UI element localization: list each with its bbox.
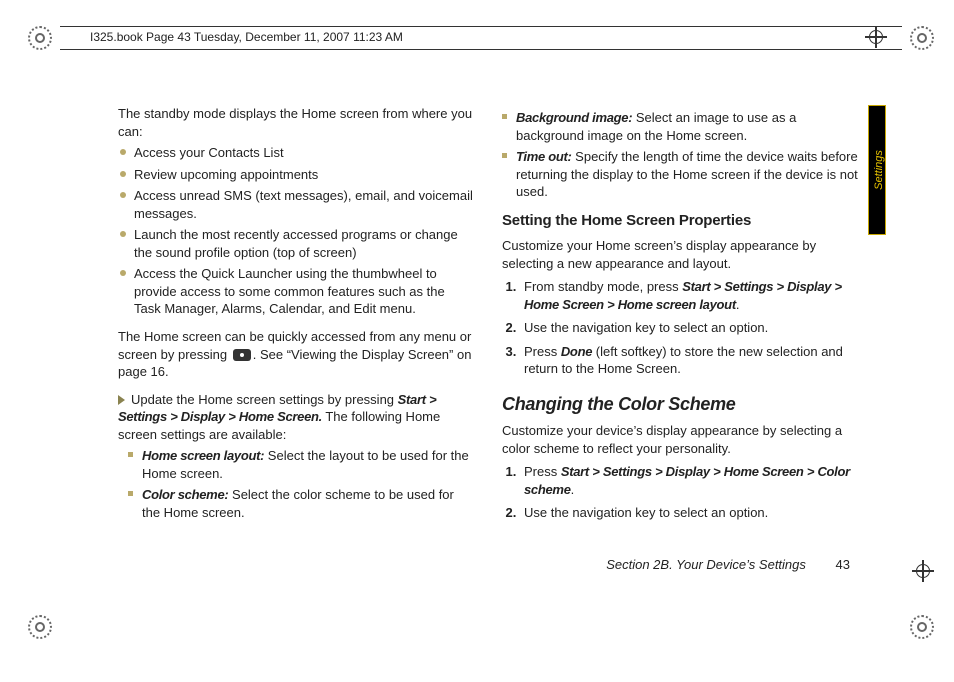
list-item: Review upcoming appointments	[118, 166, 474, 184]
crop-target-r	[912, 560, 934, 585]
page-body: The standby mode displays the Home scree…	[118, 105, 858, 528]
footer-page-number: 43	[836, 557, 850, 572]
list-item: Access unread SMS (text messages), email…	[118, 187, 474, 222]
header-stamp: I325.book Page 43 Tuesday, December 11, …	[90, 30, 403, 44]
update-lead: Update the Home screen settings by press…	[131, 392, 398, 407]
steps-home-props: From standby mode, press Start > Setting…	[502, 278, 858, 378]
step-item: Use the navigation key to select an opti…	[520, 319, 858, 337]
step-item: From standby mode, press Start > Setting…	[520, 278, 858, 313]
intro-text: The standby mode displays the Home scree…	[118, 105, 474, 140]
steps-color-scheme: Press Start > Settings > Display > Home …	[502, 463, 858, 522]
settings-sublist-left: Home screen layout: Select the layout to…	[128, 447, 474, 521]
list-item: Access your Contacts List	[118, 144, 474, 162]
step-item: Press Start > Settings > Display > Home …	[520, 463, 858, 498]
heading-home-screen-props: Setting the Home Screen Properties	[502, 211, 858, 231]
list-item: Launch the most recently accessed progra…	[118, 226, 474, 261]
para-color-scheme: Customize your device’s display appearan…	[502, 422, 858, 457]
crop-gear-tr	[910, 26, 934, 53]
settings-sublist-right: Background image: Select an image to use…	[502, 109, 858, 201]
crop-gear-br	[910, 615, 934, 642]
crop-gear-tl	[28, 26, 52, 53]
step-item: Press Done (left softkey) to store the n…	[520, 343, 858, 378]
home-access-para: The Home screen can be quickly accessed …	[118, 328, 474, 381]
step-item: Use the navigation key to select an opti…	[520, 504, 858, 522]
footer-section: Section 2B. Your Device’s Settings	[606, 557, 806, 572]
para-home-props: Customize your Home screen’s display app…	[502, 237, 858, 272]
list-item: Background image: Select an image to use…	[502, 109, 858, 144]
right-column: Background image: Select an image to use…	[502, 105, 858, 528]
side-tab-settings: Settings	[868, 105, 886, 235]
list-item: Time out: Specify the length of time the…	[502, 148, 858, 201]
page-footer: Section 2B. Your Device’s Settings 43	[500, 557, 850, 572]
list-item: Home screen layout: Select the layout to…	[128, 447, 474, 482]
list-item: Color scheme: Select the color scheme to…	[128, 486, 474, 521]
side-tab-label: Settings	[873, 142, 885, 198]
crop-gear-bl	[28, 615, 52, 642]
feature-list: Access your Contacts List Review upcoming…	[118, 144, 474, 318]
triangle-bullet-icon	[118, 395, 125, 405]
update-block: Update the Home screen settings by press…	[118, 391, 474, 522]
list-item: Access the Quick Launcher using the thum…	[118, 265, 474, 318]
left-column: The standby mode displays the Home scree…	[118, 105, 474, 528]
home-key-icon	[233, 349, 251, 361]
heading-color-scheme: Changing the Color Scheme	[502, 392, 858, 416]
